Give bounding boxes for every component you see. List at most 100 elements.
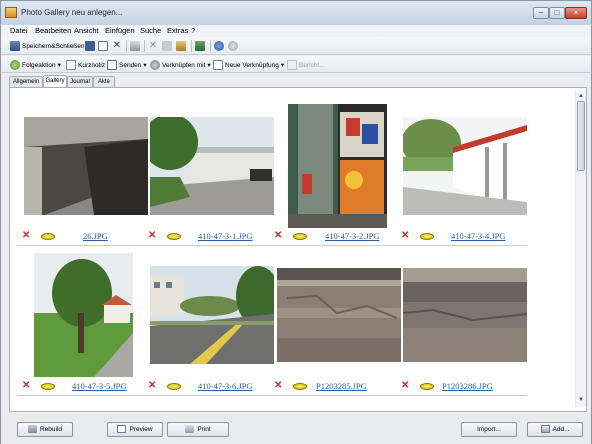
rebuild-button[interactable]: Rebuild <box>17 422 73 437</box>
menu-suche[interactable]: Suche <box>140 26 161 35</box>
save-close-label: Speichern&Schließen <box>22 42 85 50</box>
toolbar-separator <box>144 40 145 52</box>
delete-image-icon[interactable]: ✕ <box>274 231 282 241</box>
maximize-button[interactable]: □ <box>549 7 565 19</box>
send-button[interactable]: Senden ▾ <box>107 59 147 71</box>
magnifier-icon[interactable] <box>293 233 307 240</box>
preview-button[interactable]: Preview <box>107 422 163 437</box>
menu-help[interactable]: ? <box>191 26 195 35</box>
main-toolbar: Speichern&Schließen ✕ ✕ <box>1 37 591 55</box>
image-link[interactable]: P1203286.JPG <box>442 381 493 391</box>
magnifier-icon[interactable] <box>41 233 55 240</box>
printer-icon <box>185 425 195 433</box>
preview-label: Preview <box>129 426 153 433</box>
shortnote-button[interactable]: Kurznotiz <box>66 59 105 71</box>
menu-extras[interactable]: Extras <box>167 26 188 35</box>
tab-journal[interactable]: Journal <box>67 76 93 87</box>
cut-button[interactable]: ✕ <box>148 40 158 52</box>
delete-image-icon[interactable]: ✕ <box>22 231 30 241</box>
gallery-thumbnail[interactable] <box>403 268 527 362</box>
delete-image-icon[interactable]: ✕ <box>401 381 409 391</box>
scroll-thumb[interactable] <box>577 101 585 171</box>
scroll-up-icon[interactable]: ▲ <box>576 93 586 101</box>
note-icon <box>66 60 76 70</box>
link-icon <box>150 60 160 70</box>
tab-allgemein[interactable]: Allgemein <box>9 76 43 87</box>
printer-icon <box>130 41 140 51</box>
image-link[interactable]: 410-47-3-1.JPG <box>198 231 253 241</box>
gallery-thumbnail[interactable] <box>288 104 387 228</box>
link-with-button[interactable]: Verknüpfen mit ▾ <box>150 59 211 71</box>
add-button[interactable]: Add... <box>527 422 583 437</box>
report-label: Bericht... <box>299 61 325 69</box>
save-button[interactable] <box>85 40 95 52</box>
copy-icon <box>98 41 108 51</box>
delete-image-icon[interactable]: ✕ <box>148 381 156 391</box>
report-button[interactable]: Bericht... <box>287 59 325 71</box>
gallery-thumbnail[interactable] <box>150 117 274 215</box>
magnifier-icon[interactable] <box>167 383 181 390</box>
options-button[interactable] <box>228 40 238 52</box>
delete-button[interactable]: ✕ <box>112 40 122 52</box>
print-bottom-button[interactable]: Print <box>167 422 229 437</box>
vertical-scrollbar[interactable]: ▲ ▼ <box>575 91 586 407</box>
gallery-thumbnail[interactable] <box>277 268 401 362</box>
delete-image-icon[interactable]: ✕ <box>22 381 30 391</box>
magnifier-icon[interactable] <box>167 233 181 240</box>
minimize-button[interactable]: – <box>533 7 549 19</box>
magnifier-icon[interactable] <box>420 383 434 390</box>
send-label: Senden <box>119 61 142 69</box>
tab-gallery[interactable]: Gallery <box>43 75 67 87</box>
app-icon <box>5 7 17 18</box>
tab-akte[interactable]: Akte <box>93 76 115 87</box>
copy2-button[interactable] <box>162 40 172 52</box>
menu-einfuegen[interactable]: Einfügen <box>105 26 135 35</box>
new-link-icon <box>213 60 223 70</box>
add-label: Add... <box>552 426 570 433</box>
gallery-thumbnail[interactable] <box>34 253 133 377</box>
gallery-thumbnail[interactable] <box>24 117 148 215</box>
new-link-label: Neue Verknüpfung <box>225 61 279 69</box>
followup-label: Folgeaktion <box>22 61 56 69</box>
magnifier-icon[interactable] <box>420 233 434 240</box>
chevron-down-icon: ▾ <box>143 62 147 69</box>
window-title: Photo Gallery neu anlegen... <box>21 8 123 17</box>
magnifier-icon[interactable] <box>293 383 307 390</box>
gallery-thumbnail[interactable] <box>150 266 274 364</box>
gallery-thumbnail[interactable] <box>403 117 527 215</box>
add-icon <box>540 425 550 433</box>
new-link-button[interactable]: Neue Verknüpfung ▾ <box>213 59 284 71</box>
image-link[interactable]: P1203285.JPG <box>316 381 367 391</box>
help-button[interactable] <box>214 40 224 52</box>
delete-image-icon[interactable]: ✕ <box>148 231 156 241</box>
save-icon <box>10 41 20 51</box>
menu-ansicht[interactable]: Ansicht <box>74 26 99 35</box>
row-divider <box>17 395 527 396</box>
import-button[interactable]: Import... <box>461 422 517 437</box>
magnifier-icon[interactable] <box>41 383 55 390</box>
image-link[interactable]: 26.JPG <box>83 231 108 241</box>
report-icon <box>287 60 297 70</box>
delete-image-icon[interactable]: ✕ <box>401 231 409 241</box>
image-link[interactable]: 410-47-3-4.JPG <box>451 231 506 241</box>
close-button[interactable]: × <box>565 7 587 19</box>
link-with-label: Verknüpfen mit <box>162 61 206 69</box>
followup-button[interactable]: Folgeaktion ▾ <box>10 59 61 71</box>
binoculars-icon <box>195 41 205 51</box>
image-link[interactable]: 410-47-3-6.JPG <box>198 381 253 391</box>
menu-bearbeiten[interactable]: Bearbeiten <box>35 26 71 35</box>
menu-datei[interactable]: Datei <box>10 26 28 35</box>
scroll-down-icon[interactable]: ▼ <box>576 397 586 405</box>
save-close-button[interactable]: Speichern&Schließen <box>10 40 85 52</box>
print-button[interactable] <box>130 40 140 52</box>
followup-icon <box>10 60 20 70</box>
delete-image-icon[interactable]: ✕ <box>274 381 282 391</box>
paste-button[interactable] <box>176 40 186 52</box>
image-link[interactable]: 410-47-3-5.JPG <box>72 381 127 391</box>
chevron-down-icon: ▾ <box>207 62 211 69</box>
find-button[interactable] <box>195 40 205 52</box>
action-toolbar: Folgeaktion ▾ Kurznotiz Senden ▾ Verknüp… <box>1 56 591 73</box>
copy-button[interactable] <box>98 40 108 52</box>
image-link[interactable]: 410-47-3-2.JPG <box>325 231 380 241</box>
chevron-down-icon: ▾ <box>280 62 285 69</box>
